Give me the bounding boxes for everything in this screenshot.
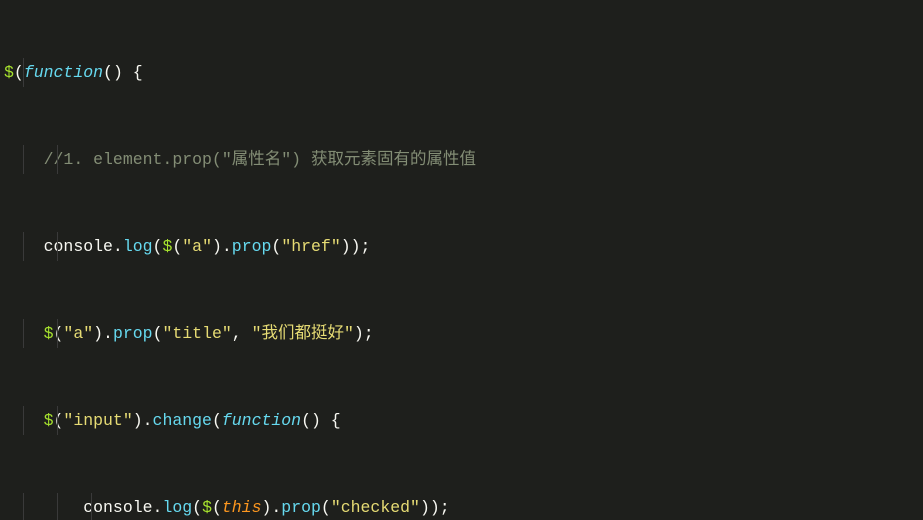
jquery-dollar: $	[4, 63, 14, 82]
code-line: $("input").change(function() {	[4, 406, 923, 435]
code-line: console.log($(this).prop("checked"));	[4, 493, 923, 520]
code-line: //1. element.prop("属性名") 获取元素固有的属性值	[4, 145, 923, 174]
code-line: $(function() {	[4, 58, 923, 87]
code-editor[interactable]: $(function() { //1. element.prop("属性名") …	[0, 0, 923, 520]
function-keyword: function	[24, 63, 103, 82]
code-line: console.log($("a").prop("href"));	[4, 232, 923, 261]
code-line: $("a").prop("title", "我们都挺好");	[4, 319, 923, 348]
comment: //1. element.prop("属性名") 获取元素固有的属性值	[44, 150, 476, 169]
